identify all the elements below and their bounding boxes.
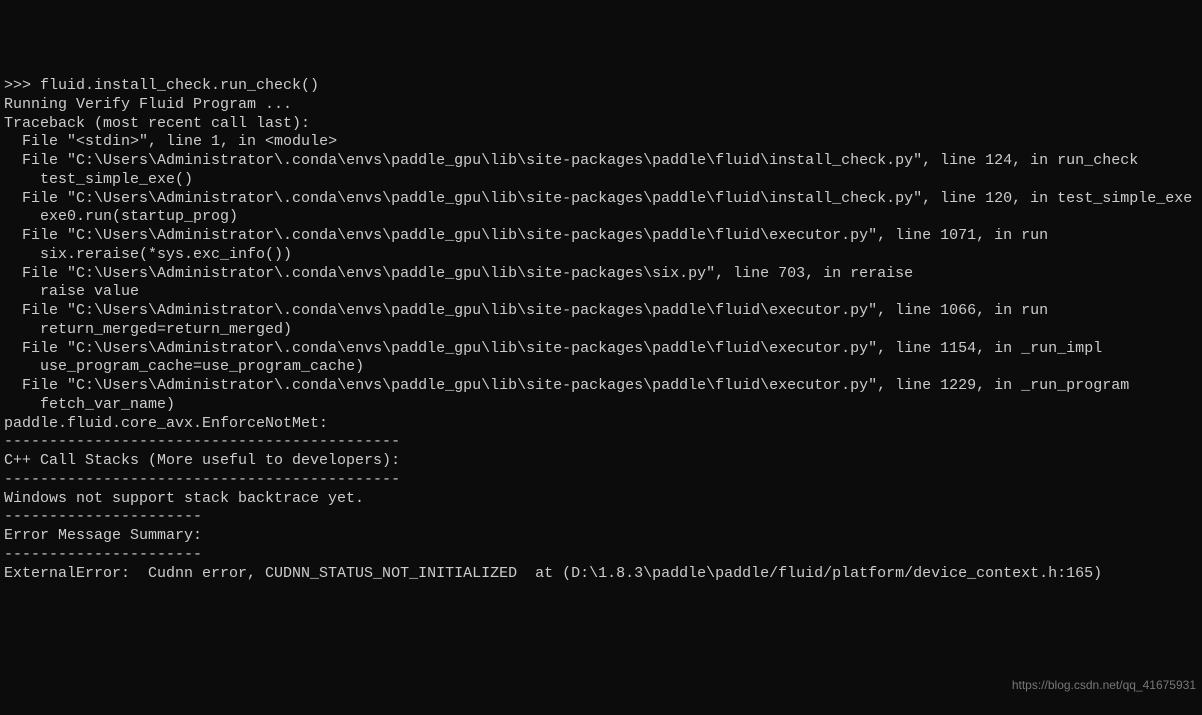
terminal-line: fetch_var_name) [4,396,1198,415]
watermark-text: https://blog.csdn.net/qq_41675931 [1012,678,1196,693]
terminal-line: ----------------------------------------… [4,471,1198,490]
terminal-line: raise value [4,283,1198,302]
terminal-line: >>> fluid.install_check.run_check() [4,77,1198,96]
terminal-line: File "<stdin>", line 1, in <module> [4,133,1198,152]
terminal-line: use_program_cache=use_program_cache) [4,358,1198,377]
terminal-line: File "C:\Users\Administrator\.conda\envs… [4,302,1198,321]
terminal-line: File "C:\Users\Administrator\.conda\envs… [4,190,1198,209]
terminal-line: ----------------------------------------… [4,433,1198,452]
terminal-line: File "C:\Users\Administrator\.conda\envs… [4,377,1198,396]
terminal-line: Running Verify Fluid Program ... [4,96,1198,115]
terminal-line: Windows not support stack backtrace yet. [4,490,1198,509]
terminal-line: C++ Call Stacks (More useful to develope… [4,452,1198,471]
terminal-line: ---------------------- [4,508,1198,527]
terminal-line: Error Message Summary: [4,527,1198,546]
terminal-line: return_merged=return_merged) [4,321,1198,340]
terminal-line: six.reraise(*sys.exc_info()) [4,246,1198,265]
terminal-line: paddle.fluid.core_avx.EnforceNotMet: [4,415,1198,434]
terminal-line: File "C:\Users\Administrator\.conda\envs… [4,227,1198,246]
terminal-line: ---------------------- [4,546,1198,565]
terminal-line: exe0.run(startup_prog) [4,208,1198,227]
terminal-line: ExternalError: Cudnn error, CUDNN_STATUS… [4,565,1198,584]
terminal-line: File "C:\Users\Administrator\.conda\envs… [4,340,1198,359]
terminal-line: test_simple_exe() [4,171,1198,190]
terminal-line: Traceback (most recent call last): [4,115,1198,134]
terminal-line: File "C:\Users\Administrator\.conda\envs… [4,152,1198,171]
terminal-output[interactable]: >>> fluid.install_check.run_check()Runni… [4,77,1198,583]
terminal-line: File "C:\Users\Administrator\.conda\envs… [4,265,1198,284]
